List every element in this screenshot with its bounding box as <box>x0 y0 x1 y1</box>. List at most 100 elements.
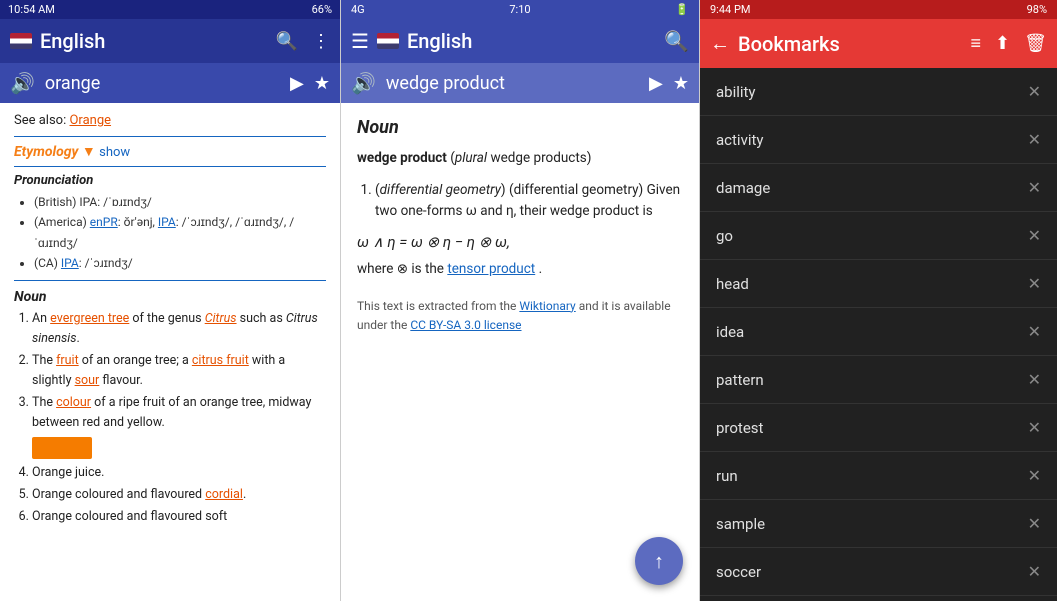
noun-item-3: The colour of a ripe fruit of an orange … <box>32 393 326 459</box>
formula-panel2: ω ∧ η = ω ⊗ η − η ⊗ ω, <box>357 233 683 251</box>
flag-icon-panel2 <box>377 33 399 49</box>
play-icon-panel1[interactable]: ▶ <box>290 73 304 94</box>
volume-icon-panel1[interactable]: 🔊 <box>10 71 35 95</box>
formula-tail: where ⊗ is the tensor product . <box>357 261 683 277</box>
list-item[interactable]: soccer ✕ <box>700 548 1057 596</box>
title-panel3: Bookmarks <box>738 32 963 56</box>
wedge-def-item: (differential geometry) (differential ge… <box>375 180 683 223</box>
link-fruit[interactable]: fruit <box>56 353 79 368</box>
noun-item-2: The fruit of an orange tree; a citrus fr… <box>32 351 326 391</box>
link-citrus-fruit[interactable]: citrus fruit <box>192 353 249 368</box>
pron-text-2: (America) enPR: ŏr'ənj, IPA: /ˈɔɹɪndʒ/, … <box>34 215 294 249</box>
link-citrus[interactable]: Citrus <box>205 311 237 326</box>
star-icon-panel2[interactable]: ★ <box>673 73 689 94</box>
list-item[interactable]: activity ✕ <box>700 116 1057 164</box>
close-icon[interactable]: ✕ <box>1028 82 1041 101</box>
close-icon[interactable]: ✕ <box>1028 130 1041 149</box>
bookmark-word: soccer <box>716 563 761 581</box>
pronunciation-list: (British) IPA: /ˈɒɹɪndʒ/ (America) enPR:… <box>14 192 326 274</box>
tensor-end: . <box>539 261 543 277</box>
header-icons-panel3: ≡ ⬆ 🗑 <box>971 33 1047 54</box>
def-plural-label: plural <box>455 150 487 166</box>
definition-panel2: wedge product (plural wedge products) <box>357 148 683 170</box>
divider-1 <box>14 136 326 137</box>
close-icon[interactable]: ✕ <box>1028 466 1041 485</box>
close-icon[interactable]: ✕ <box>1028 370 1041 389</box>
word-panel2: wedge product <box>386 73 639 94</box>
panel-wedge-product: 4G 7:10 🔋 ☰ English 🔍 🔊 wedge product ▶ … <box>340 0 700 601</box>
noun-item-1: An evergreen tree of the genus Citrus su… <box>32 309 326 349</box>
close-icon[interactable]: ✕ <box>1028 418 1041 437</box>
close-icon[interactable]: ✕ <box>1028 226 1041 245</box>
close-icon[interactable]: ✕ <box>1028 514 1041 533</box>
battery-panel2: 🔋 <box>675 3 689 16</box>
content-panel1: See also: Orange Etymology ▼ show Pronun… <box>0 103 340 601</box>
volume-icon-panel2[interactable]: 🔊 <box>351 71 376 95</box>
pron-item-1: (British) IPA: /ˈɒɹɪndʒ/ <box>34 192 326 212</box>
header-icons-panel1: 🔍 ⋮ <box>276 31 330 52</box>
bookmark-word: idea <box>716 323 744 341</box>
close-icon[interactable]: ✕ <box>1028 562 1041 581</box>
list-item[interactable]: sample ✕ <box>700 500 1057 548</box>
status-bar-panel3: 9:44 PM 98% <box>700 0 1057 19</box>
bookmark-word: pattern <box>716 371 764 389</box>
noun-head-panel2: Noun <box>357 117 683 138</box>
battery-panel1: 66% <box>312 3 332 16</box>
bookmark-word: sample <box>716 515 765 533</box>
title-panel1: English <box>40 29 268 53</box>
bookmark-word: go <box>716 227 733 245</box>
sort-icon-panel3[interactable]: ≡ <box>971 33 982 54</box>
word-panel1: orange <box>45 73 280 94</box>
menu-icon-panel2[interactable]: ☰ <box>351 29 369 53</box>
list-item[interactable]: go ✕ <box>700 212 1057 260</box>
list-item[interactable]: run ✕ <box>700 452 1057 500</box>
close-icon[interactable]: ✕ <box>1028 274 1041 293</box>
link-cordial[interactable]: cordial <box>205 487 243 502</box>
list-item[interactable]: ability ✕ <box>700 68 1057 116</box>
flag-icon-panel1 <box>10 33 32 49</box>
star-icon-panel1[interactable]: ★ <box>314 73 330 94</box>
tensor-product-link[interactable]: tensor product <box>447 261 535 277</box>
noun-list-panel1: An evergreen tree of the genus Citrus su… <box>14 309 326 527</box>
search-icon-panel2[interactable]: 🔍 <box>664 29 689 53</box>
list-item[interactable]: idea ✕ <box>700 308 1057 356</box>
title-panel2: English <box>407 29 656 53</box>
noun-label-panel1: Noun <box>14 289 326 305</box>
list-item[interactable]: pattern ✕ <box>700 356 1057 404</box>
bookmark-word: activity <box>716 131 763 149</box>
orange-swatch <box>32 437 92 459</box>
bookmark-word: protest <box>716 419 763 437</box>
search-icon-panel1[interactable]: 🔍 <box>276 31 298 52</box>
header-panel3: ← Bookmarks ≡ ⬆ 🗑 <box>700 19 1057 68</box>
noun-item-4: Orange juice. <box>32 463 326 483</box>
close-icon[interactable]: ✕ <box>1028 322 1041 341</box>
close-icon[interactable]: ✕ <box>1028 178 1041 197</box>
see-also-link[interactable]: Orange <box>69 113 111 128</box>
status-bar-panel1: 10:54 AM 66% <box>0 0 340 19</box>
bookmark-word: ability <box>716 83 756 101</box>
see-also: See also: Orange <box>14 113 326 128</box>
play-icon-panel2[interactable]: ▶ <box>649 73 663 94</box>
panel-bookmarks: 9:44 PM 98% ← Bookmarks ≡ ⬆ 🗑 ability ✕ … <box>700 0 1057 601</box>
share-icon-panel3[interactable]: ⬆ <box>995 33 1010 54</box>
link-colour[interactable]: colour <box>56 395 91 410</box>
license-link[interactable]: CC BY-SA 3.0 license <box>410 318 521 332</box>
wedge-def-list: (differential geometry) (differential ge… <box>357 180 683 223</box>
link-evergreen-tree[interactable]: evergreen tree <box>50 311 129 326</box>
pron-text-3: (CA) IPA: /ˈɔɹɪndʒ/ <box>34 256 133 270</box>
time-panel1: 10:54 AM <box>8 3 55 16</box>
delete-icon-panel3[interactable]: 🗑 <box>1024 33 1047 54</box>
link-sour[interactable]: sour <box>75 373 100 388</box>
list-item[interactable]: damage ✕ <box>700 164 1057 212</box>
share-fab[interactable]: ↑ <box>635 537 683 585</box>
wiktionary-link[interactable]: Wiktionary <box>519 299 575 313</box>
list-item[interactable]: head ✕ <box>700 260 1057 308</box>
pron-text-1: (British) IPA: /ˈɒɹɪndʒ/ <box>34 195 152 209</box>
status-bar-panel2: 4G 7:10 🔋 <box>341 0 699 19</box>
etymology-show-btn[interactable]: show <box>99 145 130 160</box>
back-icon-panel3[interactable]: ← <box>710 31 730 56</box>
list-item[interactable]: protest ✕ <box>700 404 1057 452</box>
bookmark-list: ability ✕ activity ✕ damage ✕ go ✕ head … <box>700 68 1057 601</box>
see-also-label: See also: <box>14 113 66 128</box>
more-icon-panel1[interactable]: ⋮ <box>312 31 330 52</box>
